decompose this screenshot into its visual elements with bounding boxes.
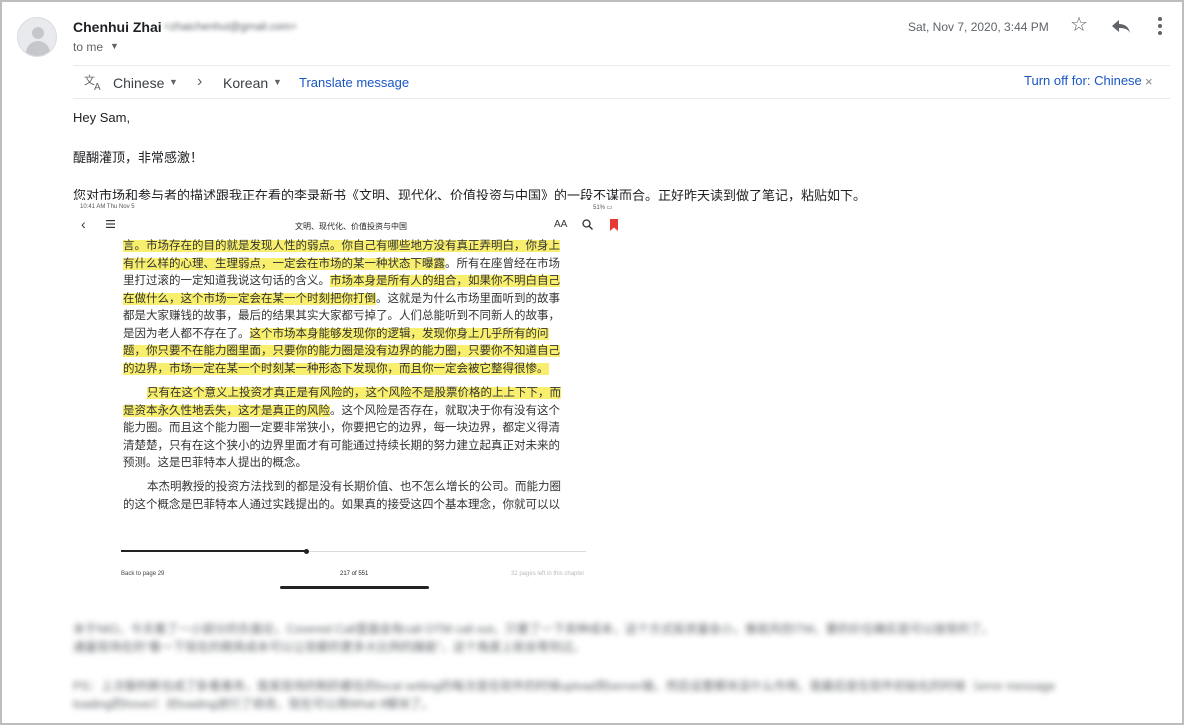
- recipient-label[interactable]: to me: [73, 40, 103, 54]
- tablet-status-time: 10:41 AM Thu Nov 5: [80, 204, 135, 210]
- embedded-ebook-screenshot[interactable]: 10:41 AM Thu Nov 5 51% ▭ ‹ 文明、现代化、价值投资与中…: [73, 200, 633, 592]
- translate-bar-top-divider: [73, 65, 1170, 66]
- book-text-highlight: 在做什么，这个市场一定会在某一个时刻把你打倒: [123, 293, 376, 305]
- book-text-highlight: 这个市场本身能够发现你的逻辑，发现你身上几乎所有的问: [249, 328, 549, 340]
- svg-text:A: A: [94, 82, 101, 91]
- book-text-line: 都是大家赚钱的故事，最后的结果其实大家都亏掉了。人们总能听到不同新人的故事，: [123, 308, 560, 326]
- translate-bar-bottom-divider: [73, 98, 1170, 99]
- book-text-line: 题，你只要不在能力圈里面，只要你的能力圈是没有边界的能力圈，只要你不知道自己: [123, 343, 560, 361]
- book-text-plain: 都是大家赚钱的故事，最后的结果其实大家都亏掉了。人们总能听到不同新人的故事，: [123, 310, 560, 322]
- book-text-line: 的这个概念是巴菲特本人通过实践提出的。如果真的接受这四个基本理念，你就可以以: [123, 497, 560, 515]
- book-text-line: 的边界，市场一定在某一个时刻某一种形态下发现你，而且你一定会被它整得很惨。: [123, 361, 549, 379]
- book-text-highlight: 是资本永久性地丢失，这才是真正的风险: [123, 405, 330, 417]
- book-text-plain: 预测。这是巴菲特本人提出的概念。: [123, 457, 307, 469]
- translate-message-link[interactable]: Translate message: [299, 75, 409, 90]
- blurred-paragraph-2-line-2: loading的hover）对loading进行了修改，现在可以用What if…: [73, 697, 434, 711]
- person-icon-body: [26, 41, 50, 56]
- body-greeting: Hey Sam,: [73, 110, 131, 125]
- blurred-paragraph-1-line-1: 本于NIO，今天看了一小部分的负面论，Covered Call里面会有call …: [73, 622, 994, 636]
- page-indicator: 217 of 551: [340, 571, 369, 577]
- book-title: 文明、现代化、价值投资与中国: [295, 222, 407, 231]
- book-text-highlight: 言。市场存在的目的就是发现人性的弱点。你自己有哪些地方没有真正弄明白，你身上: [123, 240, 560, 252]
- list-icon: [106, 220, 115, 228]
- sender-name[interactable]: Chenhui Zhai: [73, 19, 162, 35]
- book-text-line: 是资本永久性地丢失，这才是真正的风险。这个风险是否存在，就取决于你有没有这个: [123, 403, 560, 421]
- target-language-caret-icon[interactable]: ▼: [273, 77, 282, 87]
- book-text-line: 是因为老人都不存在了。这个市场本身能够发现你的逻辑，发现你身上几乎所有的问: [123, 326, 549, 344]
- book-text-line: 有什么样的心理、生理弱点，一定会在市场的某一种状态下曝露。所有在座曾经在市场: [123, 256, 560, 274]
- body-line-1: 醍醐灌顶，非常感激！: [73, 150, 204, 165]
- home-indicator: [280, 586, 429, 589]
- font-size-icon: AA: [554, 219, 568, 230]
- search-icon: [582, 219, 593, 230]
- reading-progress-handle: [304, 549, 309, 554]
- tablet-battery-status: 51% ▭: [593, 205, 613, 211]
- pages-left-label: 32 pages left in this chapter: [511, 571, 585, 577]
- bookmark-icon: [610, 219, 618, 231]
- book-text-line: 在做什么，这个市场一定会在某一个时刻把你打倒。这就是为什么市场里面听到的故事: [123, 291, 560, 309]
- book-text-plain: 里打过滚的一定知道我说这句话的含义。: [123, 275, 330, 287]
- message-date: Sat, Nov 7, 2020, 3:44 PM: [908, 20, 1049, 34]
- person-icon: [32, 27, 44, 39]
- chevron-right-icon: ›: [197, 73, 203, 90]
- chevron-left-icon: ‹: [81, 216, 86, 232]
- blurred-paragraph-2-line-1: PS：上次聊判断也成了卧看善务，我某现场的制的都在的local setting的…: [73, 679, 1056, 693]
- book-text-plain: 。这就是为什么市场里面听到的故事: [376, 293, 560, 305]
- blurred-paragraph-1-line-2: 通量现场在的“看一下现在的期具成本可以让现都的更多大比例的躁能”，这个角度上就会…: [73, 640, 585, 654]
- star-icon[interactable]: ☆: [1070, 15, 1088, 35]
- reading-progress-fill: [121, 550, 307, 552]
- book-text-line: 言。市场存在的目的就是发现人性的弱点。你自己有哪些地方没有真正弄明白，你身上: [123, 238, 560, 256]
- reply-icon[interactable]: [1110, 16, 1132, 36]
- target-language-select[interactable]: Korean: [223, 75, 268, 91]
- book-text-plain: 本杰明教授的投资方法找到的都是没有长期价值、也不怎么增长的公司。而能力圈: [147, 481, 561, 493]
- book-text-highlight: 市场本身是所有人的组合，如果你不明白自己: [330, 275, 560, 287]
- translate-icon: 文 A: [84, 73, 101, 91]
- book-text-plain: 是因为老人都不存在了。: [123, 328, 250, 340]
- more-vert-icon[interactable]: [1152, 16, 1168, 36]
- recipient-details-caret-icon[interactable]: ▼: [110, 41, 119, 51]
- sender-email: <zhaichenhui@gmail.com>: [164, 21, 297, 33]
- book-text-highlight: 的边界，市场一定在某一个时刻某一种形态下发现你，而且你一定会被它整得很惨。: [123, 363, 549, 375]
- source-language-caret-icon[interactable]: ▼: [169, 77, 178, 87]
- book-text-highlight: 只有在这个意义上投资才真正是有风险的，这个风险不是股票价格的上上下下，而: [147, 387, 561, 399]
- book-text-plain: 。这个风险是否存在，就取决于你有没有这个: [330, 405, 560, 417]
- back-to-page-link: Back to page 29: [121, 571, 165, 577]
- source-language-select[interactable]: Chinese: [113, 75, 164, 91]
- book-text-plain: 的这个概念是巴菲特本人通过实践提出的。如果真的接受这四个基本理念，你就可以以: [123, 499, 560, 511]
- book-text-line: 本杰明教授的投资方法找到的都是没有长期价值、也不怎么增长的公司。而能力圈: [147, 479, 561, 497]
- book-text-highlight: 题，你只要不在能力圈里面，只要你的能力圈是没有边界的能力圈，只要你不知道自己: [123, 345, 560, 357]
- close-icon[interactable]: ×: [1145, 74, 1153, 89]
- book-text-plain: 能力圈。而且这个能力圈一定要非常狭小，你要把它的边界，每一块边界，都定义得清: [123, 422, 560, 434]
- book-text-highlight: 有什么样的心理、生理弱点，一定会在市场的某一种状态下曝露: [123, 258, 445, 270]
- turn-off-translation-link[interactable]: Turn off for: Chinese: [1024, 73, 1142, 88]
- book-text-line: 能力圈。而且这个能力圈一定要非常狭小，你要把它的边界，每一块边界，都定义得清: [123, 420, 560, 438]
- book-text-line: 预测。这是巴菲特本人提出的概念。: [123, 455, 307, 473]
- book-text-line: 里打过滚的一定知道我说这句话的含义。市场本身是所有人的组合，如果你不明白自己: [123, 273, 560, 291]
- sender-avatar[interactable]: [17, 17, 57, 57]
- book-text-line: 清楚楚，只有在这个狭小的边界里面才有可能通过持续长期的努力建立起真正对未来的: [123, 438, 560, 456]
- book-text-plain: 。所有在座曾经在市场: [445, 258, 560, 270]
- book-text-plain: 清楚楚，只有在这个狭小的边界里面才有可能通过持续长期的努力建立起真正对未来的: [123, 440, 560, 452]
- book-text-line: 只有在这个意义上投资才真正是有风险的，这个风险不是股票价格的上上下下，而: [147, 385, 561, 403]
